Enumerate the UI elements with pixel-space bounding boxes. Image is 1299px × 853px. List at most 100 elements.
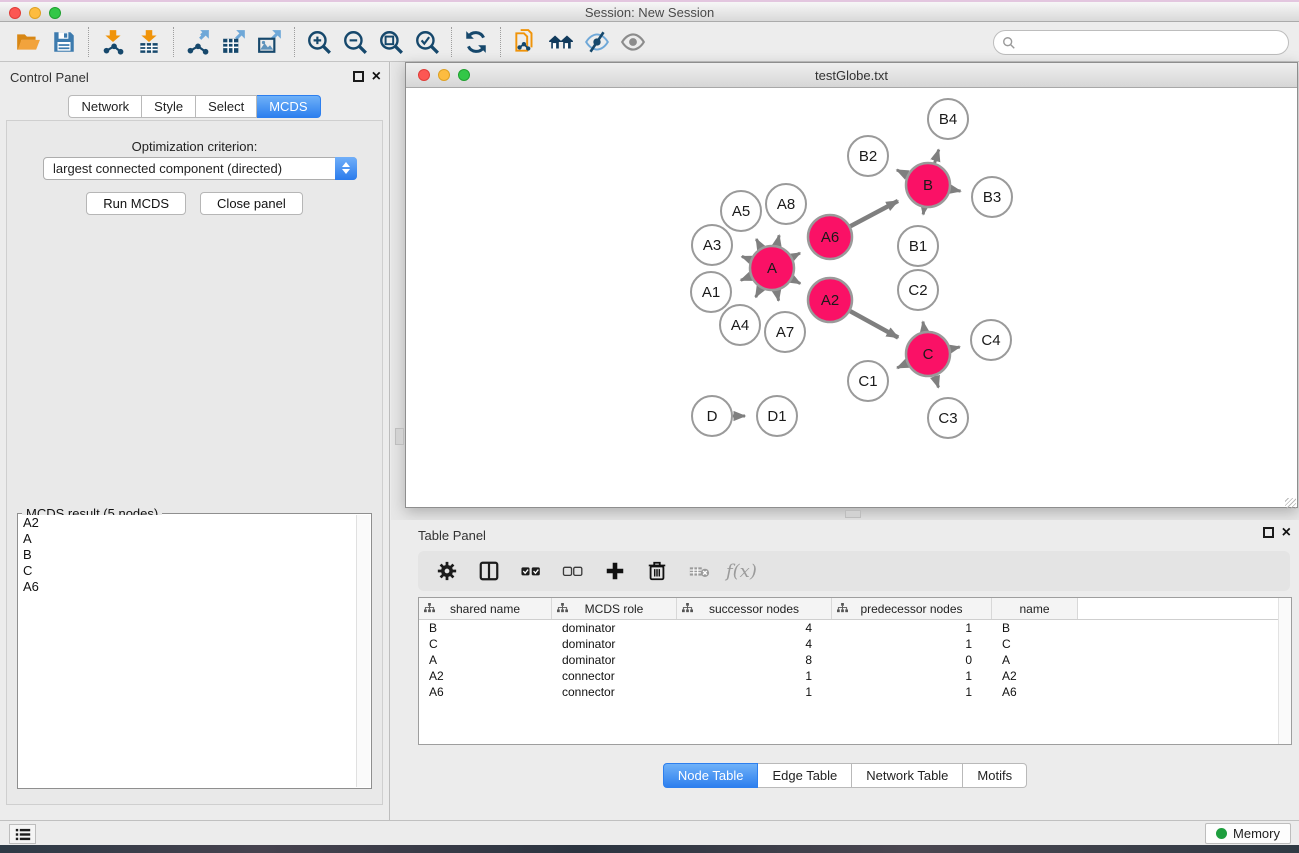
tab-mcds[interactable]: MCDS [257,95,320,118]
node-C[interactable]: C [906,332,950,376]
cell-shared-name[interactable]: C [419,636,552,652]
function-builder-button[interactable]: f(x) [722,561,757,582]
mcds-result-list[interactable]: A2ABCA6 [19,515,356,787]
mcds-result-item[interactable]: C [19,563,356,579]
node-B1[interactable]: B1 [898,226,938,266]
save-session-button[interactable] [46,26,82,58]
edge-B-B3[interactable] [951,189,961,191]
cell-shared-name[interactable]: A6 [419,684,552,700]
edge-A-A3[interactable] [742,256,751,259]
node-table[interactable]: shared nameMCDS rolesuccessor nodesprede… [418,597,1292,745]
add-column-button[interactable] [596,555,634,587]
table-scrollbar[interactable] [1278,598,1291,744]
cell-predecessor-nodes[interactable]: 1 [832,620,992,636]
edge-A2-C[interactable] [850,311,898,337]
column-layout-button[interactable] [470,555,508,587]
cell-predecessor-nodes[interactable]: 1 [832,636,992,652]
node-C4[interactable]: C4 [971,320,1011,360]
memory-button[interactable]: Memory [1205,823,1291,844]
zoom-out-button[interactable] [337,26,373,58]
delete-table-button[interactable] [680,555,718,587]
cell-MCDS-role[interactable]: dominator [552,652,677,668]
node-D1[interactable]: D1 [757,396,797,436]
edge-C-C3[interactable] [935,376,939,388]
edge-A-A8[interactable] [777,235,779,245]
node-D[interactable]: D [692,396,732,436]
edge-A6-B[interactable] [850,201,898,226]
cell-MCDS-role[interactable]: connector [552,668,677,684]
node-A7[interactable]: A7 [765,312,805,352]
mcds-result-item[interactable]: B [19,547,356,563]
edge-A-A1[interactable] [741,276,751,280]
zoom-in-button[interactable] [301,26,337,58]
select-all-columns-button[interactable] [512,555,550,587]
table-row[interactable]: A6connector11A6 [419,684,1291,700]
tab-select[interactable]: Select [196,95,257,118]
result-list-scrollbar[interactable] [356,515,370,787]
edge-A-A7[interactable] [777,291,779,301]
import-table-button[interactable] [131,26,167,58]
import-network-button[interactable] [95,26,131,58]
refresh-layout-button[interactable] [458,26,494,58]
node-C2[interactable]: C2 [898,270,938,310]
cell-predecessor-nodes[interactable]: 0 [832,652,992,668]
first-neighbors-button[interactable] [543,26,579,58]
search-input[interactable] [993,30,1289,55]
cell-successor-nodes[interactable]: 4 [677,636,832,652]
node-B4[interactable]: B4 [928,99,968,139]
node-A[interactable]: A [750,246,794,290]
close-table-panel-icon[interactable]: × [1282,527,1291,538]
unselect-all-columns-button[interactable] [554,555,592,587]
node-A8[interactable]: A8 [766,184,806,224]
tab-network-table[interactable]: Network Table [852,763,963,788]
node-C3[interactable]: C3 [928,398,968,438]
cell-successor-nodes[interactable]: 1 [677,668,832,684]
network-canvas[interactable]: B4B2BB3A8A5A6A3B1AC2A1A2A4A7C4CC1C3DD1 [406,88,1297,507]
cell-MCDS-role[interactable]: dominator [552,636,677,652]
task-history-button[interactable] [9,824,36,844]
network-view-window[interactable]: testGlobe.txt B4B2BB3A8A5A6A3B1AC2A1A2A4… [405,62,1298,508]
horizontal-scrollbar-thumb[interactable] [845,510,861,518]
node-A2[interactable]: A2 [808,278,852,322]
cell-predecessor-nodes[interactable]: 1 [832,684,992,700]
edge-A-A6[interactable] [792,253,800,257]
cell-shared-name[interactable]: B [419,620,552,636]
delete-column-button[interactable] [638,555,676,587]
show-graphics-details-button[interactable] [615,26,651,58]
edge-A-A2[interactable] [792,279,800,283]
column-header-predecessor-nodes[interactable]: predecessor nodes [832,598,992,619]
cell-MCDS-role[interactable]: connector [552,684,677,700]
node-A6[interactable]: A6 [808,215,852,259]
zoom-fit-button[interactable] [373,26,409,58]
cell-name[interactable]: A6 [992,684,1078,700]
mcds-result-item[interactable]: A6 [19,579,356,595]
tab-node-table[interactable]: Node Table [663,763,759,788]
export-image-button[interactable] [252,26,288,58]
node-A5[interactable]: A5 [721,191,761,231]
mcds-result-item[interactable]: A [19,531,356,547]
column-header-MCDS-role[interactable]: MCDS role [552,598,677,619]
node-B3[interactable]: B3 [972,177,1012,217]
cell-name[interactable]: B [992,620,1078,636]
cell-shared-name[interactable]: A2 [419,668,552,684]
column-header-shared-name[interactable]: shared name [419,598,552,619]
edge-B-B2[interactable] [897,170,907,175]
cell-MCDS-role[interactable]: dominator [552,620,677,636]
window-resize-grip[interactable] [1285,498,1296,509]
tab-motifs[interactable]: Motifs [963,763,1027,788]
float-table-panel-icon[interactable] [1263,527,1274,538]
node-C1[interactable]: C1 [848,361,888,401]
edge-B-B1[interactable] [923,208,924,215]
cell-successor-nodes[interactable]: 8 [677,652,832,668]
tab-edge-table[interactable]: Edge Table [758,763,852,788]
cell-successor-nodes[interactable]: 1 [677,684,832,700]
float-panel-icon[interactable] [353,71,364,82]
vertical-scrollbar-thumb[interactable] [395,428,404,445]
column-header-name[interactable]: name [992,598,1078,619]
network-window-titlebar[interactable]: testGlobe.txt [406,63,1297,88]
node-B2[interactable]: B2 [848,136,888,176]
column-header-successor-nodes[interactable]: successor nodes [677,598,832,619]
table-row[interactable]: Cdominator41C [419,636,1291,652]
hide-graphics-details-button[interactable] [579,26,615,58]
edge-C-C4[interactable] [950,347,959,349]
